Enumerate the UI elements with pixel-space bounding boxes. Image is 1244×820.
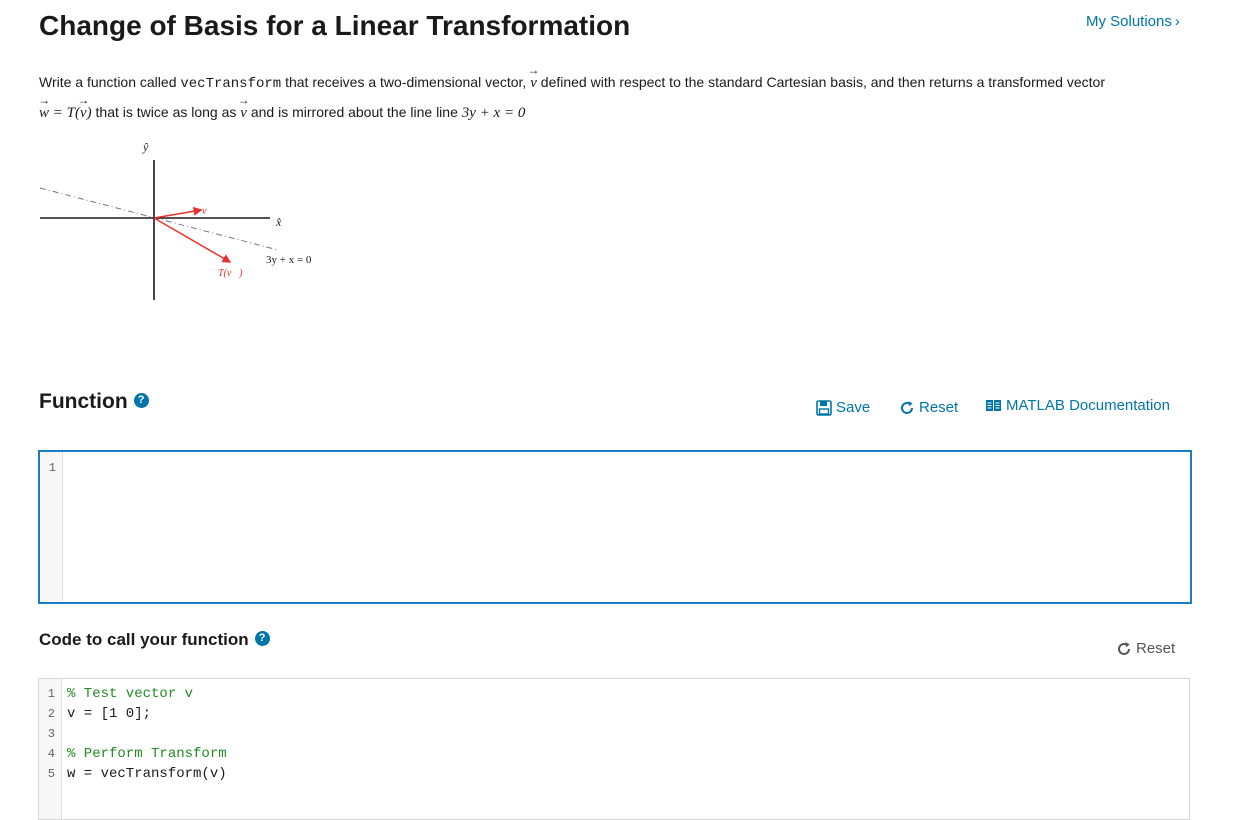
desc-text: Write a function called [39,74,181,90]
vector-v: v [530,75,537,92]
desc-text: that receives a two-dimensional vector, [281,74,531,90]
help-icon[interactable]: ? [133,392,149,408]
call-title-text: Code to call your function [39,630,249,649]
transformation-diagram: ŷ x̂ v⃗ T(v⃗) 3y + x = 0 [39,140,312,300]
my-solutions-link[interactable]: My Solutions › [1086,13,1180,30]
line-number-gutter: 1 2 3 4 5 [39,679,62,819]
vector-tv-arrow [153,217,232,263]
code-line: % Test vector v [67,686,194,702]
problem-description-line-1: Write a function called vecTransform tha… [39,74,1199,92]
reset-label: Reset [1136,640,1176,657]
line-number: 2 [47,707,55,721]
line-number: 1 [47,687,55,701]
documentation-label: MATLAB Documentation [1006,397,1170,414]
page-title: Change of Basis for a Linear Transformat… [39,10,631,41]
mirror-line-label: 3y + x = 0 [266,254,312,266]
code-line: v = [1 0]; [67,706,152,722]
reset-call-code-button[interactable]: Reset [1116,640,1175,657]
save-label: Save [836,399,871,416]
call-section-title: Code to call your function? [39,630,270,650]
chevron-right-icon: › [1174,13,1180,30]
vector-v-arrow [153,206,203,219]
reset-function-button[interactable]: Reset [899,399,958,416]
help-icon[interactable]: ? [254,631,270,647]
function-code-editor[interactable]: 1 [38,450,1192,604]
vector-v: v [80,105,87,122]
function-section-title: Function? [39,390,149,414]
desc-text: that is twice as long as [91,104,241,120]
line-number: 3 [47,727,55,741]
line-number: 5 [47,767,55,781]
book-icon [986,400,1001,411]
refresh-icon [1118,641,1131,655]
line-number-gutter: 1 [40,452,63,602]
desc-text: and is mirrored about the line line [246,104,462,120]
matlab-documentation-button[interactable]: MATLAB Documentation [985,397,1170,414]
line-number: 4 [47,747,55,761]
vector-w: w [39,105,49,122]
line-number: 1 [48,461,56,475]
mirror-line [39,187,279,251]
mirror-line-equation: 3y + x = 0 [461,105,526,121]
vector-v-label: v⃗ [202,206,214,217]
refresh-icon [901,400,914,414]
math-eq: = T( [49,105,80,121]
call-code-editor[interactable]: 1 2 3 4 5 % Test vector v v = [1 0]; % P… [38,678,1190,820]
desc-text: defined with respect to the standard Car… [536,74,1105,90]
vector-v: v [240,105,247,122]
function-title-text: Function [39,390,128,413]
my-solutions-label: My Solutions [1086,13,1172,30]
y-axis-label: ŷ [142,140,149,154]
vector-tv-label: T(v⃗) [218,268,243,279]
problem-description-line-2: w = T(v) that is twice as long as v and … [39,104,1199,122]
code-line: % Perform Transform [67,746,227,762]
floppy-disk-icon [816,399,832,416]
save-button[interactable]: Save [816,399,870,416]
function-name-code: vecTransform [180,76,282,92]
reset-label: Reset [919,399,959,416]
code-line: w = vecTransform(v) [67,766,227,782]
code-lines: % Test vector v v = [1 0]; % Perform Tra… [67,684,227,784]
x-axis-label: x̂ [275,215,282,229]
